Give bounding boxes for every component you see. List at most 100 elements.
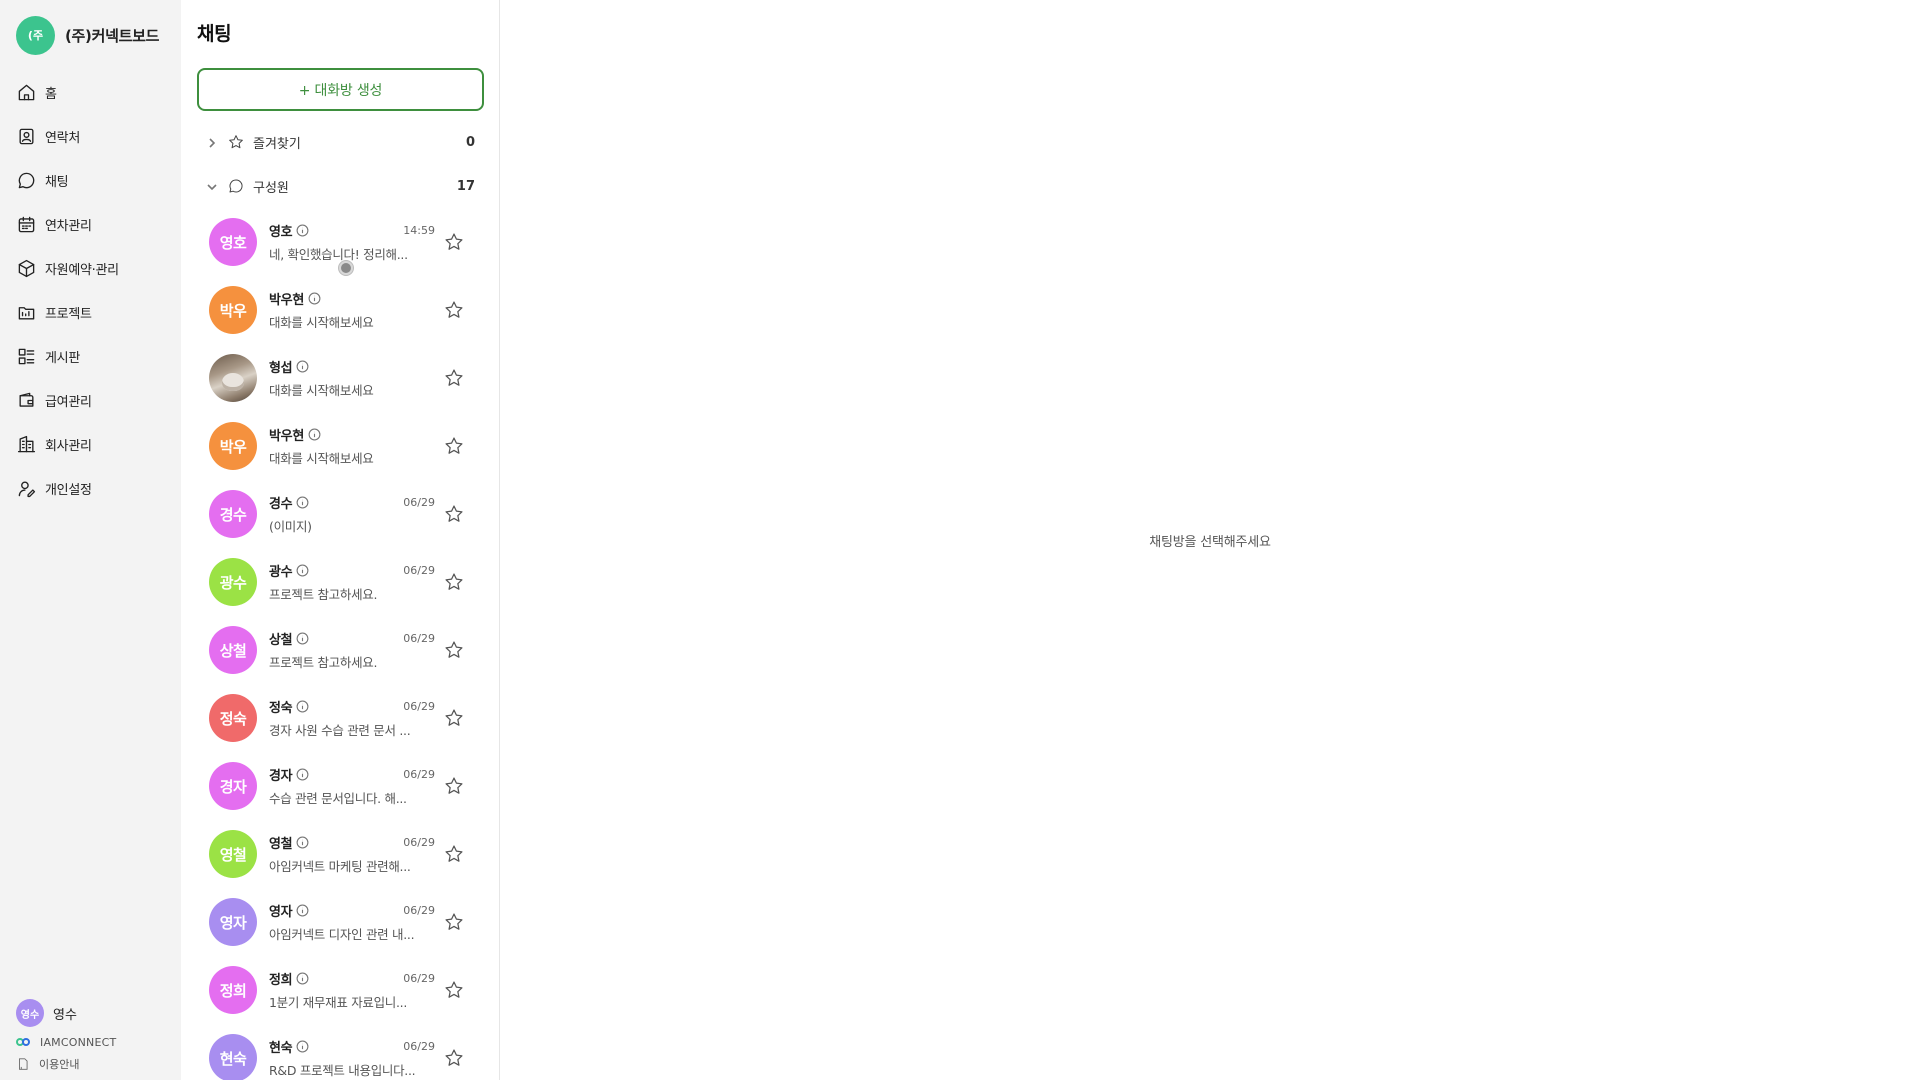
favorite-star-button[interactable] bbox=[444, 232, 464, 252]
info-icon[interactable] bbox=[296, 700, 309, 713]
favorite-star-button[interactable] bbox=[444, 912, 464, 932]
info-icon[interactable] bbox=[296, 768, 309, 781]
chat-item-header: 영자 06/29 bbox=[269, 902, 435, 920]
star-icon bbox=[445, 1049, 463, 1066]
nav-label: 프로젝트 bbox=[45, 306, 92, 322]
chat-name: 박우현 bbox=[269, 429, 304, 444]
nav-item-board[interactable]: 게시판 bbox=[0, 334, 181, 378]
nav-item-payroll[interactable]: 급여관리 bbox=[0, 378, 181, 422]
favorite-star-button[interactable] bbox=[444, 436, 464, 456]
favorite-star-button[interactable] bbox=[444, 640, 464, 660]
avatar: 정희 bbox=[209, 966, 257, 1014]
current-user[interactable]: 영수 영수 bbox=[16, 998, 166, 1028]
usage-guide-link[interactable]: 이용안내 bbox=[16, 1052, 166, 1076]
favorite-star-button[interactable] bbox=[444, 708, 464, 728]
favorite-star-button[interactable] bbox=[444, 844, 464, 864]
chat-preview: R&D 프로젝트 내용입니다... bbox=[269, 1062, 416, 1078]
chat-item-body: 박우현 대화를 시작해보세요 bbox=[269, 426, 435, 467]
nav-label: 홈 bbox=[45, 86, 57, 102]
chat-list-item[interactable]: 현숙 현숙 06/29 R&D 프로젝트 내용입니다... bbox=[197, 1024, 483, 1080]
chat-list-item[interactable]: 영호 영호 14:59 네, 확인했습니다! 정리해... bbox=[197, 208, 483, 276]
nav-label: 연락처 bbox=[45, 130, 80, 146]
info-icon[interactable] bbox=[296, 360, 309, 373]
chat-list-item[interactable]: 형섭 대화를 시작해보세요 bbox=[197, 344, 483, 412]
chat-list-item[interactable]: 광수 광수 06/29 프로젝트 참고하세요. bbox=[197, 548, 483, 616]
chat-item-body: 정희 06/29 1분기 재무재표 자료입니... bbox=[269, 970, 435, 1011]
members-group-toggle[interactable]: 구성원 17 bbox=[197, 164, 483, 208]
chat-time: 06/29 bbox=[403, 768, 435, 781]
avatar: 영수 bbox=[16, 999, 44, 1027]
nav-item-contacts[interactable]: 연락처 bbox=[0, 114, 181, 158]
avatar: 영자 bbox=[209, 898, 257, 946]
building-icon bbox=[16, 434, 36, 454]
favorite-star-button[interactable] bbox=[444, 504, 464, 524]
star-icon bbox=[445, 369, 463, 386]
nav-item-home[interactable]: 홈 bbox=[0, 70, 181, 114]
main-nav: 홈 연락처 채팅 연차관리 자원예약·관리 프로젝트 게시판 급여관리 회사관리… bbox=[0, 70, 181, 510]
chat-time: 06/29 bbox=[403, 972, 435, 985]
create-chatroom-button[interactable]: + 대화방 생성 bbox=[197, 68, 484, 111]
members-count: 17 bbox=[456, 178, 475, 194]
info-icon[interactable] bbox=[308, 292, 321, 305]
favorite-star-button[interactable] bbox=[444, 300, 464, 320]
chat-item-body: 현숙 06/29 R&D 프로젝트 내용입니다... bbox=[269, 1038, 435, 1079]
chat-list-item[interactable]: 정희 정희 06/29 1분기 재무재표 자료입니... bbox=[197, 956, 483, 1024]
chat-preview: 프로젝트 참고하세요. bbox=[269, 654, 378, 670]
favorites-group-toggle[interactable]: 즐겨찾기 0 bbox=[197, 120, 483, 164]
chat-list-item[interactable]: 상철 상철 06/29 프로젝트 참고하세요. bbox=[197, 616, 483, 684]
chat-item-header: 박우현 bbox=[269, 426, 435, 444]
chat-name: 영호 bbox=[269, 225, 293, 240]
favorites-count: 0 bbox=[465, 134, 475, 150]
user-settings-icon bbox=[16, 478, 36, 498]
chat-preview: (이미지) bbox=[269, 518, 312, 534]
chevron-right-icon bbox=[207, 133, 217, 152]
star-icon bbox=[445, 301, 463, 318]
nav-item-leave[interactable]: 연차관리 bbox=[0, 202, 181, 246]
star-icon bbox=[445, 845, 463, 862]
chat-item-header: 경수 06/29 bbox=[269, 494, 435, 512]
chat-list-item[interactable]: 영자 영자 06/29 아임커넥트 디자인 관련 내... bbox=[197, 888, 483, 956]
service-brand-name: IAMCONNECT bbox=[40, 1035, 117, 1049]
company-logo: (주 bbox=[16, 15, 55, 55]
info-icon[interactable] bbox=[308, 428, 321, 441]
favorite-star-button[interactable] bbox=[444, 1048, 464, 1068]
info-icon[interactable] bbox=[296, 836, 309, 849]
chat-list-item[interactable]: 경자 경자 06/29 수습 관련 문서입니다. 해... bbox=[197, 752, 483, 820]
company-header[interactable]: (주 (주)커넥트보드 bbox=[0, 0, 181, 70]
favorite-star-button[interactable] bbox=[444, 572, 464, 592]
info-icon[interactable] bbox=[296, 972, 309, 985]
chat-preview: 경자 사원 수습 관련 문서 ... bbox=[269, 722, 411, 738]
chat-list-item[interactable]: 박우 박우현 대화를 시작해보세요 bbox=[197, 412, 483, 480]
nav-item-company[interactable]: 회사관리 bbox=[0, 422, 181, 466]
favorite-star-button[interactable] bbox=[444, 776, 464, 796]
chat-item-header: 영호 14:59 bbox=[269, 222, 435, 240]
star-icon bbox=[445, 709, 463, 726]
nav-item-projects[interactable]: 프로젝트 bbox=[0, 290, 181, 334]
chat-preview: 대화를 시작해보세요 bbox=[269, 450, 374, 466]
info-icon[interactable] bbox=[296, 564, 309, 577]
nav-item-settings[interactable]: 개인설정 bbox=[0, 466, 181, 510]
star-icon bbox=[445, 437, 463, 454]
calendar-icon bbox=[16, 214, 36, 234]
chat-item-header: 박우현 bbox=[269, 290, 435, 308]
chat-item-header: 정숙 06/29 bbox=[269, 698, 435, 716]
favorite-star-button[interactable] bbox=[444, 368, 464, 388]
chat-name: 광수 bbox=[269, 565, 293, 580]
chat-list-item[interactable]: 정숙 정숙 06/29 경자 사원 수습 관련 문서 ... bbox=[197, 684, 483, 752]
favorite-star-button[interactable] bbox=[444, 980, 464, 1000]
chat-time: 14:59 bbox=[403, 224, 435, 237]
info-icon[interactable] bbox=[296, 632, 309, 645]
info-icon[interactable] bbox=[296, 496, 309, 509]
nav-item-chat[interactable]: 채팅 bbox=[0, 158, 181, 202]
chat-list: 영호 영호 14:59 네, 확인했습니다! 정리해... 박우 박우현 대화를… bbox=[197, 208, 483, 1080]
chat-item-header: 광수 06/29 bbox=[269, 562, 435, 580]
info-icon[interactable] bbox=[296, 224, 309, 237]
chat-list-item[interactable]: 경수 경수 06/29 (이미지) bbox=[197, 480, 483, 548]
chat-list-item[interactable]: 박우 박우현 대화를 시작해보세요 bbox=[197, 276, 483, 344]
nav-label: 급여관리 bbox=[45, 394, 92, 410]
info-icon[interactable] bbox=[296, 904, 309, 917]
nav-item-resources[interactable]: 자원예약·관리 bbox=[0, 246, 181, 290]
star-icon bbox=[445, 981, 463, 998]
info-icon[interactable] bbox=[296, 1040, 309, 1053]
chat-list-item[interactable]: 영철 영철 06/29 아임커넥트 마케팅 관련해... bbox=[197, 820, 483, 888]
